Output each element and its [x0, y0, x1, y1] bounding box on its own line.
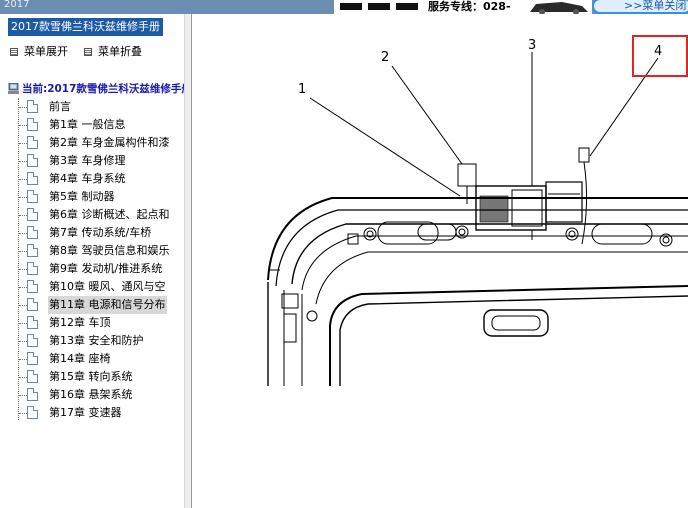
callout-4: 4 — [654, 44, 663, 59]
chapter-label: 第12章 车顶 — [49, 316, 111, 329]
manual-title[interactable]: 2017款雪佛兰科沃兹维修手册 — [8, 18, 163, 36]
document-icon — [27, 100, 38, 113]
document-icon — [27, 118, 38, 131]
chapter-item[interactable]: 第1章 一般信息 — [14, 116, 184, 134]
chapter-label: 第13章 安全和防护 — [49, 334, 144, 347]
chapter-item[interactable]: 第13章 安全和防护 — [14, 332, 184, 350]
chapter-label: 第3章 车身修理 — [49, 154, 126, 167]
callout-3: 3 — [528, 38, 537, 53]
document-icon — [27, 208, 38, 221]
callout-2: 2 — [381, 50, 390, 65]
chapter-item[interactable]: 第3章 车身修理 — [14, 152, 184, 170]
car-banner-image — [522, 0, 592, 14]
close-menu-link[interactable]: >>菜单关闭 — [592, 0, 688, 14]
chapter-item[interactable]: 第2章 车身金属构件和漆 — [14, 134, 184, 152]
service-hotline: 服务专线：028- — [426, 0, 522, 14]
expand-icon — [10, 48, 18, 56]
collapse-icon — [84, 48, 92, 56]
diagram-view: 1 2 3 4 — [192, 14, 688, 508]
chapter-label: 第7章 传动系统/车桥 — [49, 226, 152, 239]
chapter-label: 第17章 变速器 — [49, 406, 122, 419]
chapter-item[interactable]: 第6章 诊断概述、起点和 — [14, 206, 184, 224]
chapter-item[interactable]: 第15章 转向系统 — [14, 368, 184, 386]
chapter-item[interactable]: 第16章 悬架系统 — [14, 386, 184, 404]
chapter-label: 第8章 驾驶员信息和娱乐 — [49, 244, 170, 257]
chapter-item[interactable]: 第9章 发动机/推进系统 — [14, 260, 184, 278]
app-title: 2017 — [4, 0, 30, 10]
collapse-label: 菜单折叠 — [98, 45, 142, 58]
chapter-label: 第6章 诊断概述、起点和 — [49, 208, 170, 221]
chapter-label: 第16章 悬架系统 — [49, 388, 133, 401]
chapter-label: 第11章 电源和信号分布 — [48, 296, 167, 314]
chapter-item[interactable]: 第4章 车身系统 — [14, 170, 184, 188]
roof-wiring-diagram — [267, 52, 688, 386]
document-icon — [27, 406, 38, 419]
brand-logo — [334, 0, 426, 14]
chapter-item[interactable]: 第17章 变速器 — [14, 404, 184, 422]
pane-splitter[interactable] — [184, 14, 192, 508]
document-icon — [27, 334, 38, 347]
chapter-item[interactable]: 第7章 传动系统/车桥 — [14, 224, 184, 242]
document-icon — [27, 370, 38, 383]
document-icon — [27, 244, 38, 257]
chapter-tree: 前言第1章 一般信息第2章 车身金属构件和漆 第3章 车身修理 第4章 车身系统 第5… — [14, 98, 184, 422]
chapter-item[interactable]: 第10章 暖风、通风与空 — [14, 278, 184, 296]
collapse-menu-button[interactable]: 菜单折叠 — [84, 45, 142, 59]
chapter-label: 前言 — [49, 100, 71, 113]
chapter-label: 第14章 座椅 — [49, 352, 111, 365]
chapter-item[interactable]: 第12章 车顶 — [14, 314, 184, 332]
current-document[interactable]: 当前:2017款雪佛兰科沃兹维修手册 — [8, 81, 184, 97]
chapter-label: 第15章 转向系统 — [49, 370, 133, 383]
document-icon — [27, 226, 38, 239]
document-icon — [27, 262, 38, 275]
callout-1: 1 — [298, 82, 307, 97]
current-document-label: 当前:2017款雪佛兰科沃兹维修手册 — [22, 83, 184, 95]
chapter-item[interactable]: 第14章 座椅 — [14, 350, 184, 368]
document-icon — [27, 190, 38, 203]
document-icon — [27, 388, 38, 401]
chapter-label: 第1章 一般信息 — [49, 118, 126, 131]
expand-label: 菜单展开 — [24, 45, 68, 58]
sidebar: 2017款雪佛兰科沃兹维修手册 菜单展开 菜单折叠 当前:2017款雪佛兰科沃兹… — [0, 14, 184, 508]
top-banner: 2017 服务专线：028- >>菜单关闭 — [0, 0, 688, 14]
chapter-item[interactable]: 第11章 电源和信号分布 — [14, 296, 184, 314]
computer-icon — [8, 83, 19, 94]
document-icon — [27, 298, 38, 311]
document-icon — [27, 136, 38, 149]
chapter-label: 第5章 制动器 — [49, 190, 115, 203]
chapter-label: 第9章 发动机/推进系统 — [49, 262, 163, 275]
document-icon — [27, 352, 38, 365]
chapter-item[interactable]: 第8章 驾驶员信息和娱乐 — [14, 242, 184, 260]
document-icon — [27, 280, 38, 293]
expand-menu-button[interactable]: 菜单展开 — [10, 45, 68, 59]
document-icon — [27, 172, 38, 185]
chapter-item[interactable]: 前言 — [14, 98, 184, 116]
chapter-label: 第4章 车身系统 — [49, 172, 126, 185]
chapter-label: 第10章 暖风、通风与空 — [49, 280, 166, 293]
document-icon — [27, 154, 38, 167]
document-icon — [27, 316, 38, 329]
chapter-item[interactable]: 第5章 制动器 — [14, 188, 184, 206]
chapter-label: 第2章 车身金属构件和漆 — [49, 136, 170, 149]
